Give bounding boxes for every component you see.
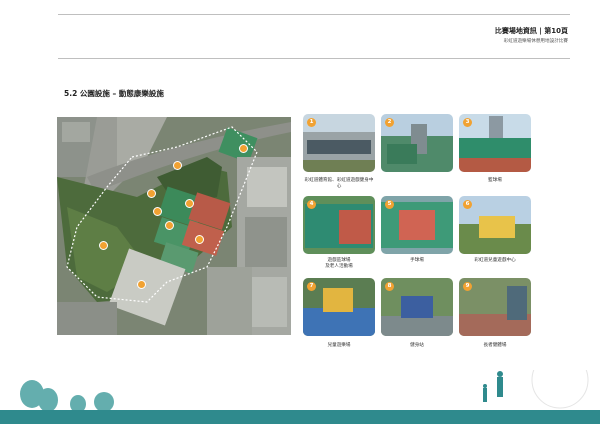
map-marker-3 (173, 161, 182, 170)
map-marker-7 (165, 221, 174, 230)
header-bottom-rule (58, 58, 570, 59)
photo-caption-3: 籃球場 (488, 178, 502, 183)
page-header-subtitle: 彩虹道遊樂場休憩用地設計比賽 (503, 39, 568, 44)
photo-caption-9: 長者健體場 (483, 343, 507, 348)
photo-facility-2: 2 (381, 114, 453, 172)
photo-number-5: 5 (385, 200, 394, 209)
photo-facility-3: 3 (459, 114, 531, 172)
aerial-site-map (57, 117, 291, 335)
photo-caption-8: 健身站 (410, 343, 424, 348)
photo-caption-4: 遊戲區球場 及老人活動場 (325, 258, 353, 269)
photo-facility-1: 1 (303, 114, 375, 172)
photo-number-4: 4 (307, 200, 316, 209)
photo-caption-6: 彩虹道兒童遊戲中心 (474, 258, 516, 263)
photo-number-8: 8 (385, 282, 394, 291)
map-marker-5 (185, 199, 194, 208)
photo-caption-5: 手球場 (410, 258, 424, 263)
footer-band (0, 410, 600, 424)
photo-number-9: 9 (463, 282, 472, 291)
photo-caption-1: 彩虹道體育館、彩虹道遊戲健身中心 (304, 178, 374, 189)
section-title: 5.2 公園設施 – 動態康樂設施 (64, 89, 164, 98)
photo-number-7: 7 (307, 282, 316, 291)
photo-number-3: 3 (463, 118, 472, 127)
photo-facility-5: 5 (381, 196, 453, 254)
photo-number-6: 6 (463, 200, 472, 209)
footer-decoration (20, 370, 589, 413)
photo-facility-7: 7 (303, 278, 375, 336)
photo-number-1: 1 (307, 118, 316, 127)
photo-facility-6: 6 (459, 196, 531, 254)
map-marker-9 (99, 241, 108, 250)
photo-facility-4: 4 (303, 196, 375, 254)
photo-facility-9: 9 (459, 278, 531, 336)
photo-caption-7: 兒童遊樂場 (327, 343, 351, 348)
map-marker-1 (137, 280, 146, 289)
map-marker-6 (153, 207, 162, 216)
header-top-rule (58, 14, 570, 15)
page-header-title: 比賽場地資訊 | 第10頁 (494, 27, 568, 35)
map-marker-8 (195, 235, 204, 244)
map-marker-4 (239, 144, 248, 153)
photo-facility-8: 8 (381, 278, 453, 336)
photo-number-2: 2 (385, 118, 394, 127)
aerial-photo-image (57, 117, 291, 335)
map-marker-2 (147, 189, 156, 198)
